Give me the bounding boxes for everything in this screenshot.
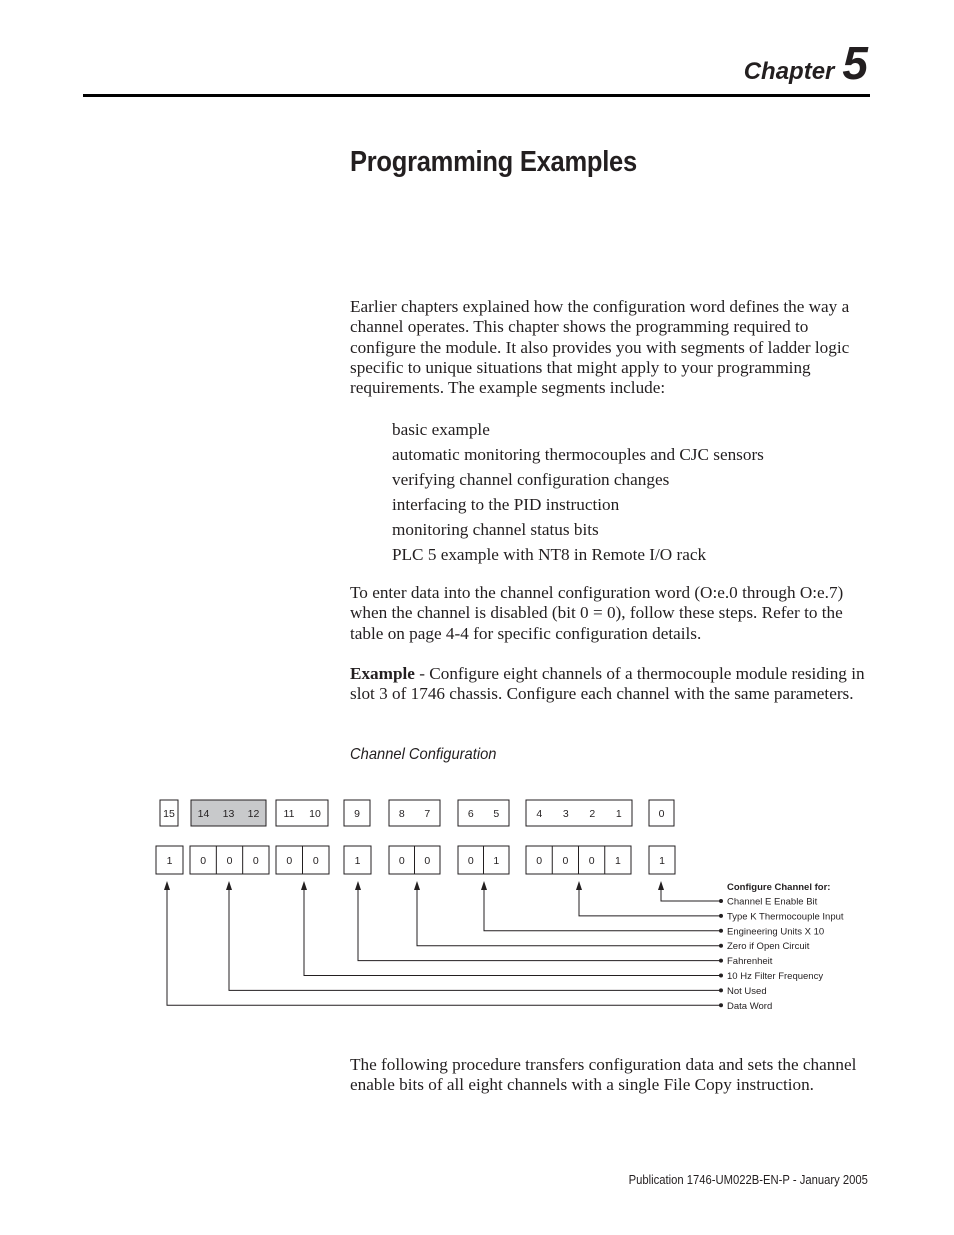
bit-number: 5 <box>493 808 499 820</box>
leader-dot <box>719 958 723 963</box>
bit-number-box <box>457 799 510 827</box>
leader-dot <box>719 973 723 978</box>
bit-value: 1 <box>167 855 173 867</box>
leader-line <box>578 884 721 917</box>
bit-number: 6 <box>468 808 474 820</box>
leader-line <box>357 884 721 962</box>
bit-number: 9 <box>354 808 360 820</box>
bit-value: 1 <box>355 855 361 867</box>
bit-number-box <box>388 799 441 827</box>
leader-dot <box>719 988 723 993</box>
arrow-head-icon <box>226 881 232 890</box>
arrow-head-icon <box>658 881 664 890</box>
arrow-head-icon <box>355 881 361 890</box>
bit-value: 1 <box>659 855 665 867</box>
arrow-head-icon <box>414 881 420 890</box>
bit-number: 2 <box>589 808 595 820</box>
bit-value: 0 <box>227 855 233 867</box>
footer-publication: Publication 1746-UM022B-EN-P - January 2… <box>628 1173 868 1187</box>
bit-value: 1 <box>493 855 499 867</box>
legend-item: Data Word <box>727 1001 772 1012</box>
bit-number: 11 <box>284 808 295 820</box>
bit-number: 0 <box>659 808 665 820</box>
bit-number: 7 <box>424 808 430 820</box>
bit-value: 0 <box>313 855 319 867</box>
bit-number: 1 <box>616 808 622 820</box>
bit-number: 14 <box>198 808 210 820</box>
bit-number: 15 <box>163 808 175 820</box>
closing-paragraph: The following procedure transfers config… <box>350 1055 857 1095</box>
leader-dot <box>719 899 723 903</box>
bit-number: 13 <box>223 808 235 820</box>
leader-line <box>228 884 721 991</box>
legend-item: 10 Hz Filter Frequency <box>727 971 823 982</box>
leader-line <box>416 884 721 947</box>
channel-configuration-diagram: 15114 13 120 0 011 100 0918 70 06 50 14 3 2 10 0 0 101Co… <box>155 799 844 1012</box>
bit-value: 0 <box>424 855 430 867</box>
bit-value: 0 <box>399 855 405 867</box>
legend-title: Configure Channel for: <box>727 882 830 893</box>
arrow-head-icon <box>576 881 582 890</box>
legend-item: Zero if Open Circuit <box>727 941 810 952</box>
leader-line <box>660 884 721 902</box>
bit-value: 1 <box>615 855 621 867</box>
bit-value: 0 <box>562 855 568 867</box>
bit-value: 0 <box>286 855 292 867</box>
bit-number: 4 <box>536 808 542 820</box>
bit-number: 12 <box>248 808 260 820</box>
leader-dot <box>719 1003 723 1008</box>
bit-value: 0 <box>468 855 474 867</box>
legend-item: Not Used <box>727 986 767 997</box>
arrow-head-icon <box>481 881 487 890</box>
legend-item: Type K Thermocouple Input <box>727 911 844 922</box>
arrow-head-icon <box>301 881 307 890</box>
leader-line <box>166 884 721 1006</box>
bit-number: 10 <box>309 808 321 820</box>
bit-value: 0 <box>253 855 259 867</box>
leader-dot <box>719 943 723 948</box>
bit-number: 3 <box>563 808 569 820</box>
bit-value: 0 <box>536 855 542 867</box>
leader-line <box>483 884 721 932</box>
leader-dot <box>719 913 723 918</box>
bit-value: 0 <box>589 855 595 867</box>
document-page: Chapter 5 Programming Examples Earlier ch… <box>0 0 954 1235</box>
legend-item: Fahrenheit <box>727 956 773 967</box>
legend-item: Engineering Units X 10 <box>727 926 824 937</box>
leader-line <box>303 884 721 976</box>
legend-item: Channel E Enable Bit <box>727 897 818 908</box>
bit-value: 0 <box>200 855 206 867</box>
arrow-head-icon <box>164 881 170 890</box>
bit-number: 8 <box>399 808 405 820</box>
leader-dot <box>719 928 723 933</box>
